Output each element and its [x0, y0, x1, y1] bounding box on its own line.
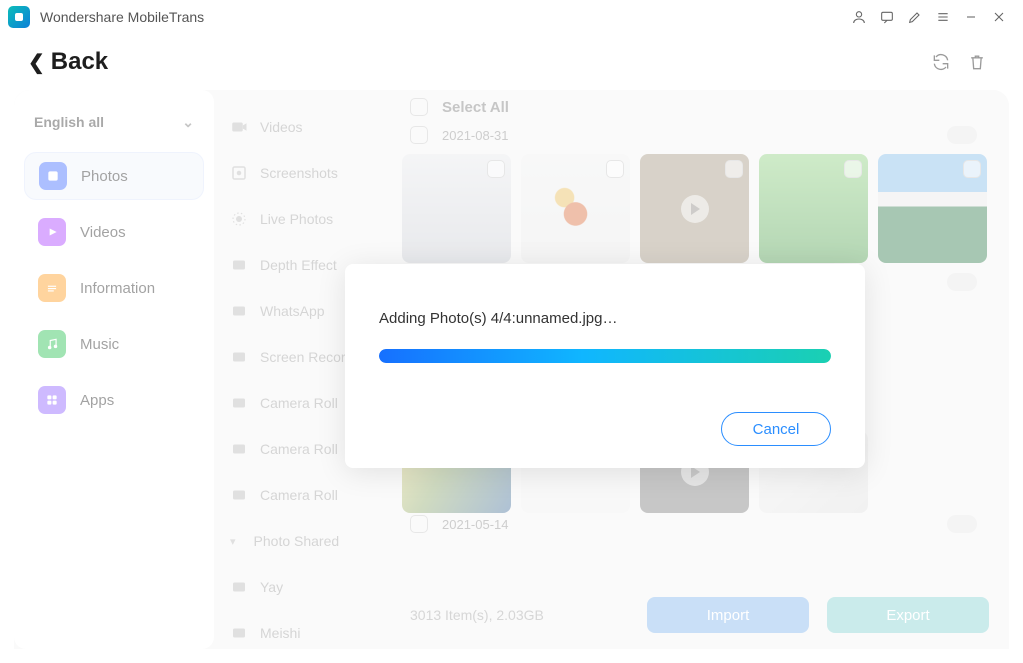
album-label: WhatsApp [260, 303, 325, 319]
progress-bar-fill [379, 349, 831, 363]
app-title: Wondershare MobileTrans [40, 9, 204, 25]
album-item-screenshots[interactable]: Screenshots [220, 150, 392, 196]
album-label: Yay [260, 579, 283, 595]
group-checkbox[interactable] [410, 515, 428, 533]
album-item-yay[interactable]: Yay [220, 564, 392, 610]
date-group-row: 2021-08-31 [398, 124, 1009, 154]
photos-icon [39, 162, 67, 190]
sidebar-item-information[interactable]: Information [24, 264, 204, 312]
delete-button[interactable] [959, 44, 995, 80]
feedback-icon[interactable] [873, 3, 901, 31]
sidebar-item-label: Videos [80, 224, 126, 241]
sidebar-item-videos[interactable]: Videos [24, 208, 204, 256]
album-item-photoshared[interactable]: ▾ Photo Shared [220, 518, 392, 564]
sidebar-item-label: Information [80, 280, 155, 297]
videos-icon [38, 218, 66, 246]
group-count-toggle[interactable] [947, 126, 977, 144]
footer: 3013 Item(s), 2.03GB Import Export [398, 591, 989, 639]
close-icon[interactable] [985, 3, 1013, 31]
back-button[interactable]: ❮ Back [28, 48, 108, 76]
group-date: 2021-05-14 [442, 517, 509, 532]
group-date: 2021-08-31 [442, 128, 509, 143]
progress-modal: Adding Photo(s) 4/4:unnamed.jpg… Cancel [345, 264, 865, 468]
thumb-checkbox[interactable] [725, 160, 743, 178]
app-logo [8, 6, 30, 28]
select-all-label: Select All [442, 99, 509, 116]
import-button[interactable]: Import [647, 597, 809, 633]
album-label: Camera Roll [260, 441, 338, 457]
thumb-checkbox[interactable] [606, 160, 624, 178]
select-all-row: Select All [398, 96, 1009, 124]
play-icon [681, 195, 709, 223]
cancel-button[interactable]: Cancel [721, 412, 831, 446]
album-item-cameraroll-3[interactable]: Camera Roll [220, 472, 392, 518]
music-icon [38, 330, 66, 358]
cancel-label: Cancel [753, 421, 800, 438]
language-selector[interactable]: English all ⌄ [24, 102, 204, 142]
export-button[interactable]: Export [827, 597, 989, 633]
thumb-checkbox[interactable] [487, 160, 505, 178]
album-label: Depth Effect [260, 257, 337, 273]
album-label: Meishi [260, 625, 300, 641]
group-count-toggle[interactable] [947, 273, 977, 291]
sidebar-item-label: Music [80, 336, 119, 353]
thumbnail[interactable] [878, 154, 987, 263]
thumbnail[interactable] [521, 154, 630, 263]
nav: Photos Videos Information Music Apps [24, 152, 204, 424]
album-item-meishi[interactable]: Meishi [220, 610, 392, 649]
information-icon [38, 274, 66, 302]
sidebar-item-music[interactable]: Music [24, 320, 204, 368]
menu-icon[interactable] [929, 3, 957, 31]
footer-summary: 3013 Item(s), 2.03GB [410, 607, 544, 623]
thumbnail-grid [398, 154, 1009, 263]
apps-icon [38, 386, 66, 414]
thumbnail[interactable] [402, 154, 511, 263]
account-icon[interactable] [845, 3, 873, 31]
sidebar-item-apps[interactable]: Apps [24, 376, 204, 424]
select-all-checkbox[interactable] [410, 98, 428, 116]
caret-icon: ▾ [230, 535, 236, 548]
thumbnail[interactable] [640, 154, 749, 263]
back-label: Back [51, 48, 108, 76]
thumb-checkbox[interactable] [844, 160, 862, 178]
album-label: Videos [260, 119, 303, 135]
thumbnail[interactable] [759, 154, 868, 263]
group-count-toggle[interactable] [947, 515, 977, 533]
progress-message: Adding Photo(s) 4/4:unnamed.jpg… [379, 310, 831, 327]
album-label: Live Photos [260, 211, 333, 227]
sidebar: English all ⌄ Photos Videos Information … [14, 90, 214, 649]
sidebar-item-photos[interactable]: Photos [24, 152, 204, 200]
album-item-videos[interactable]: Videos [220, 104, 392, 150]
export-label: Export [886, 607, 929, 624]
chevron-left-icon: ❮ [28, 50, 45, 75]
album-item-livephotos[interactable]: Live Photos [220, 196, 392, 242]
header: ❮ Back [0, 34, 1023, 90]
language-label: English all [34, 114, 104, 130]
progress-bar [379, 349, 831, 363]
group-checkbox[interactable] [410, 126, 428, 144]
minimize-icon[interactable] [957, 3, 985, 31]
sidebar-item-label: Photos [81, 168, 128, 185]
album-label: Photo Shared [254, 533, 340, 549]
album-label: Screenshots [260, 165, 338, 181]
chevron-down-icon: ⌄ [182, 114, 194, 131]
album-label: Camera Roll [260, 487, 338, 503]
album-label: Camera Roll [260, 395, 338, 411]
edit-icon[interactable] [901, 3, 929, 31]
thumb-checkbox[interactable] [963, 160, 981, 178]
sidebar-item-label: Apps [80, 392, 114, 409]
import-label: Import [707, 607, 750, 624]
titlebar: Wondershare MobileTrans [0, 0, 1023, 34]
refresh-button[interactable] [923, 44, 959, 80]
date-group-row: 2021-05-14 [398, 513, 1009, 543]
